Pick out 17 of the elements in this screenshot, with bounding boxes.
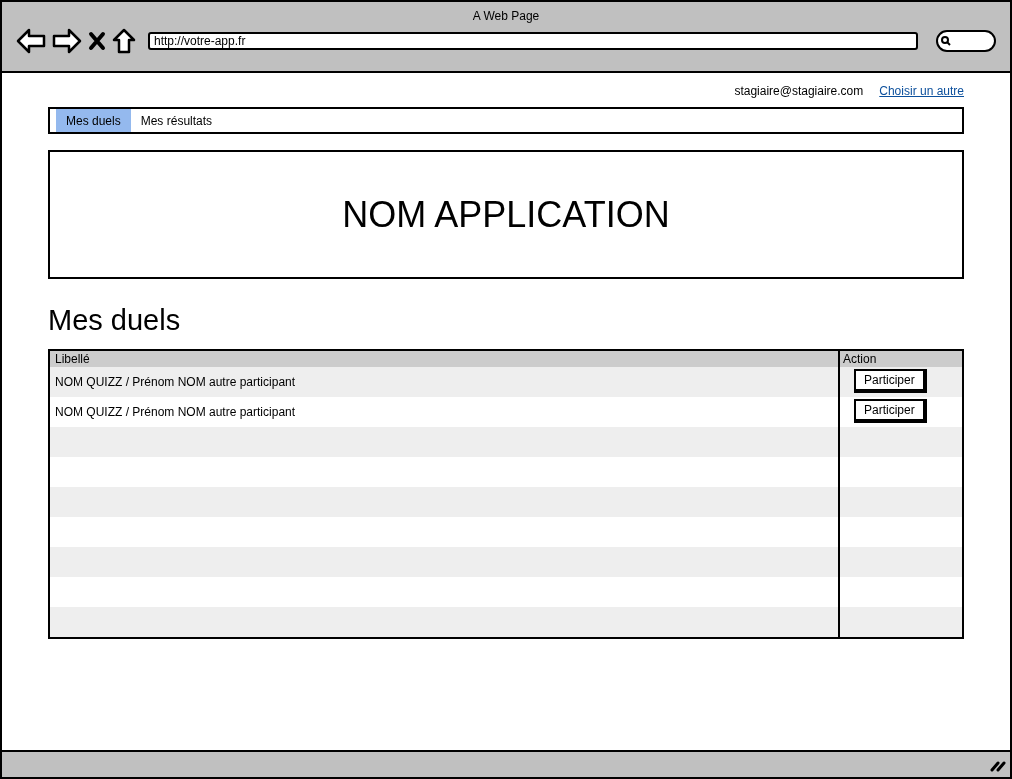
nav-tab[interactable]: Mes duels xyxy=(56,109,131,132)
search-field[interactable] xyxy=(936,30,996,52)
section-heading: Mes duels xyxy=(48,303,181,339)
address-field[interactable]: http://votre-app.fr xyxy=(148,32,918,50)
search-icon xyxy=(941,36,951,46)
banner-title: NOM APPLICATION xyxy=(342,192,670,237)
column-header: Action xyxy=(842,351,878,367)
close-icon[interactable] xyxy=(88,31,106,51)
table-cell-text: NOM QUIZZ / Prénom NOM autre participant xyxy=(55,404,296,421)
table-cell-text: NOM QUIZZ / Prénom NOM autre participant xyxy=(55,374,296,391)
switch-user-link[interactable]: Choisir un autre xyxy=(879,81,964,100)
window-title: A Web Page xyxy=(472,8,540,25)
forward-arrow-icon[interactable] xyxy=(52,28,82,54)
user-email: stagiaire@stagiaire.com xyxy=(734,82,864,100)
participate-button[interactable]: Participer xyxy=(854,369,927,393)
participate-button[interactable]: Participer xyxy=(854,399,927,423)
back-arrow-icon[interactable] xyxy=(16,28,46,54)
